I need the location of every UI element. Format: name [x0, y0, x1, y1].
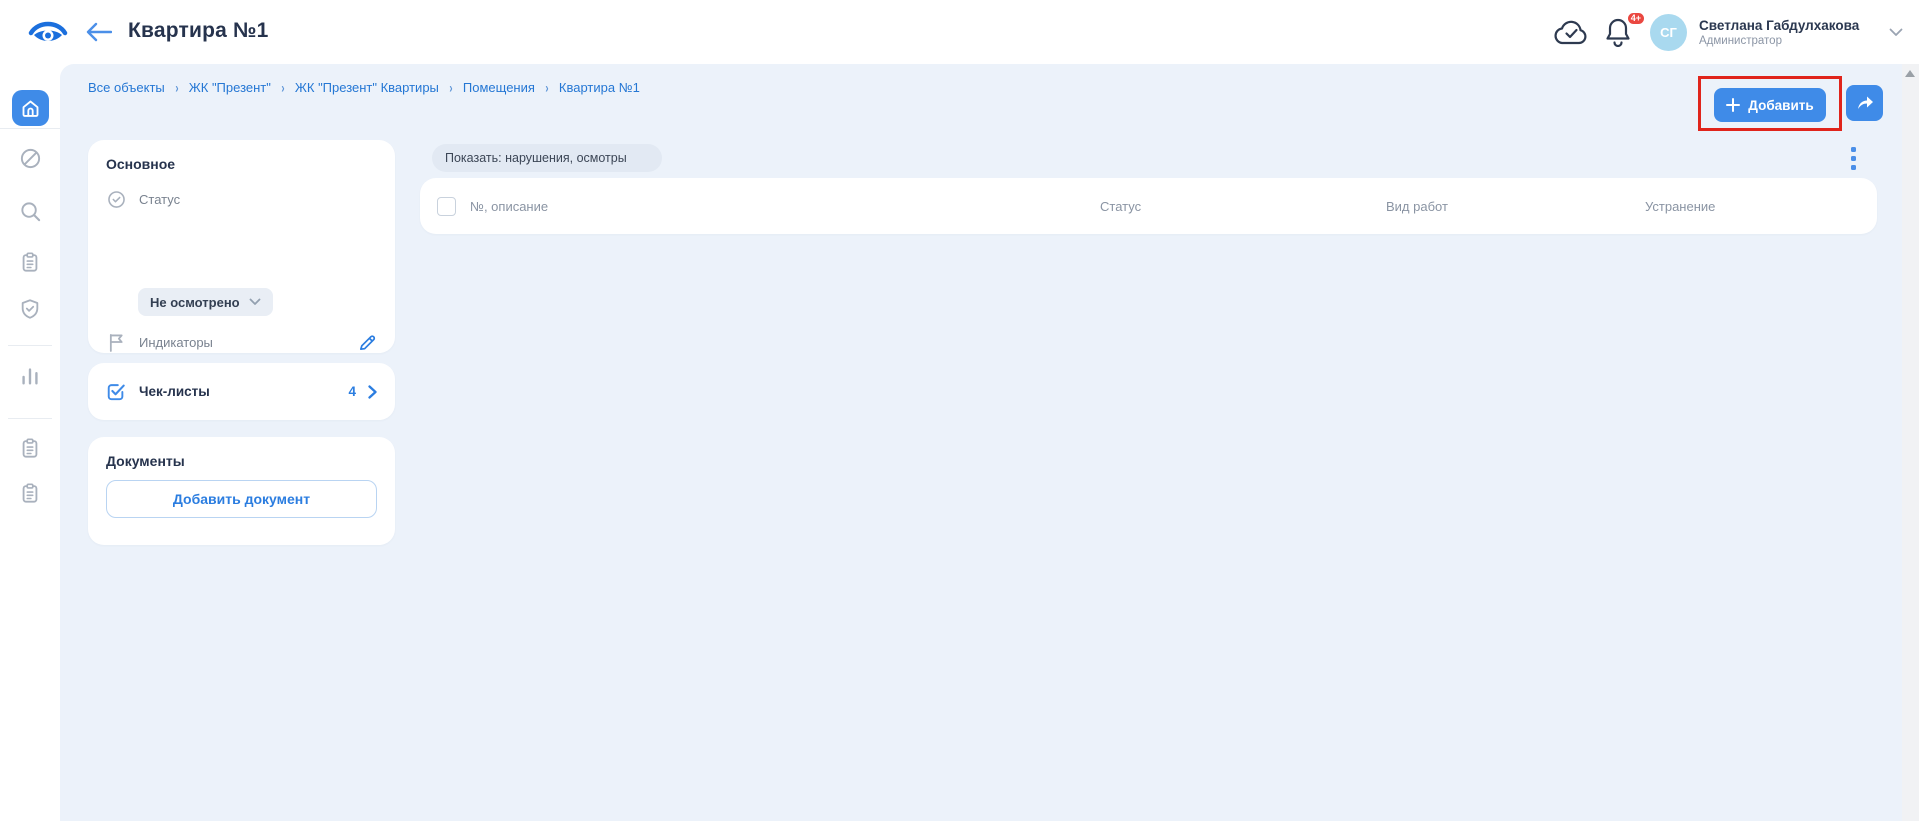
column-fix: Устранение [1645, 199, 1715, 214]
sidebar-divider [0, 128, 60, 129]
chevron-down-icon [637, 154, 649, 162]
breadcrumb-current[interactable]: Квартира №1 [559, 80, 640, 95]
edit-indicators-button[interactable] [358, 333, 377, 352]
more-options-kebab-icon[interactable] [1842, 140, 1864, 176]
sidebar-item-security[interactable] [0, 289, 60, 329]
chevron-down-icon [1889, 28, 1903, 37]
cloud-sync-icon[interactable] [1552, 17, 1592, 49]
documents-title: Документы [106, 453, 377, 469]
sidebar-divider [8, 418, 52, 419]
notification-badge: 4+ [1626, 11, 1646, 26]
indicators-row: Индикаторы [106, 333, 377, 352]
column-description: №, описание [470, 199, 548, 214]
filter-chip[interactable]: Показать: нарушения, осмотры [432, 144, 662, 172]
card-title: Основное [106, 156, 377, 172]
sidebar [0, 64, 60, 821]
chevron-right-icon [368, 385, 377, 399]
table-header-card: №, описание Статус Вид работ Устранение [420, 178, 1877, 234]
scroll-up-arrow[interactable] [1905, 70, 1915, 77]
sidebar-item-journal[interactable] [0, 473, 60, 513]
block-icon [19, 147, 42, 170]
sidebar-item-violations[interactable] [0, 138, 60, 178]
clipboard-icon [19, 482, 41, 504]
user-name: Светлана Габдулхакова [1699, 17, 1859, 34]
breadcrumb-separator: › [175, 79, 178, 95]
select-all-checkbox[interactable] [437, 197, 456, 216]
notifications-bell-icon[interactable]: 4+ [1604, 15, 1638, 49]
avatar: СГ [1650, 14, 1687, 51]
add-document-button[interactable]: Добавить документ [106, 480, 377, 518]
scrollbar[interactable] [1902, 64, 1919, 821]
sidebar-divider [8, 345, 52, 346]
indicators-label: Индикаторы [139, 335, 213, 350]
top-bar: Квартира №1 4+ СГ Светлана Габдулхакова … [0, 0, 1919, 64]
pencil-icon [358, 333, 377, 352]
shield-check-icon [19, 298, 41, 320]
status-row: Статус [106, 190, 377, 209]
breadcrumb-all-objects[interactable]: Все объекты [88, 80, 165, 95]
check-circle-icon [106, 190, 126, 209]
chevron-down-icon [249, 298, 261, 306]
checklists-row: Чек-листы 4 [106, 381, 377, 402]
search-icon [19, 200, 42, 223]
home-icon [20, 98, 41, 119]
sidebar-item-documents[interactable] [0, 428, 60, 468]
sidebar-item-home[interactable] [12, 90, 49, 126]
app-logo-eye-icon[interactable] [28, 16, 68, 48]
clipboard-icon [19, 437, 41, 459]
breadcrumb-premises[interactable]: Помещения [463, 80, 535, 95]
page-title: Квартира №1 [128, 19, 269, 43]
breadcrumb-separator: › [545, 79, 548, 95]
add-button[interactable]: Добавить [1714, 88, 1826, 122]
flag-icon [106, 333, 126, 352]
checkbox-check-icon [106, 381, 126, 402]
user-menu[interactable]: СГ Светлана Габдулхакова Администратор [1650, 12, 1903, 52]
column-status: Статус [1100, 199, 1141, 214]
user-role: Администратор [1699, 34, 1859, 48]
checklists-count: 4 [348, 384, 356, 399]
documents-card: Документы Добавить документ [88, 437, 395, 545]
filter-label: Показать: нарушения, осмотры [445, 151, 627, 165]
bar-chart-icon [19, 365, 41, 387]
status-select[interactable]: Не осмотрено [138, 288, 273, 316]
checklists-label: Чек-листы [139, 384, 210, 399]
column-work-type: Вид работ [1386, 199, 1448, 214]
status-label: Статус [139, 192, 180, 207]
add-button-label: Добавить [1748, 98, 1813, 113]
breadcrumb-separator: › [281, 79, 284, 95]
breadcrumb-separator: › [449, 79, 452, 95]
plus-icon [1726, 98, 1740, 112]
back-button[interactable] [86, 18, 116, 46]
checklists-card[interactable]: Чек-листы 4 [88, 363, 395, 420]
breadcrumb-complex[interactable]: ЖК "Презент" [189, 80, 271, 95]
status-value: Не осмотрено [150, 295, 240, 310]
content-area: Все объекты › ЖК "Презент" › ЖК "Презент… [60, 64, 1902, 821]
share-arrow-icon [1855, 94, 1875, 112]
sidebar-item-analytics[interactable] [0, 356, 60, 396]
breadcrumb: Все объекты › ЖК "Презент" › ЖК "Презент… [88, 80, 640, 95]
share-button[interactable] [1846, 85, 1883, 121]
app-window: Квартира №1 4+ СГ Светлана Габдулхакова … [0, 0, 1919, 821]
main-info-card: Основное Статус Не осмотрено [88, 140, 395, 353]
clipboard-icon [19, 251, 41, 273]
breadcrumb-apartments[interactable]: ЖК "Презент" Квартиры [295, 80, 439, 95]
sidebar-item-search[interactable] [0, 191, 60, 231]
annotation-rectangle: Добавить [1698, 76, 1842, 131]
sidebar-item-inspections[interactable] [0, 242, 60, 282]
